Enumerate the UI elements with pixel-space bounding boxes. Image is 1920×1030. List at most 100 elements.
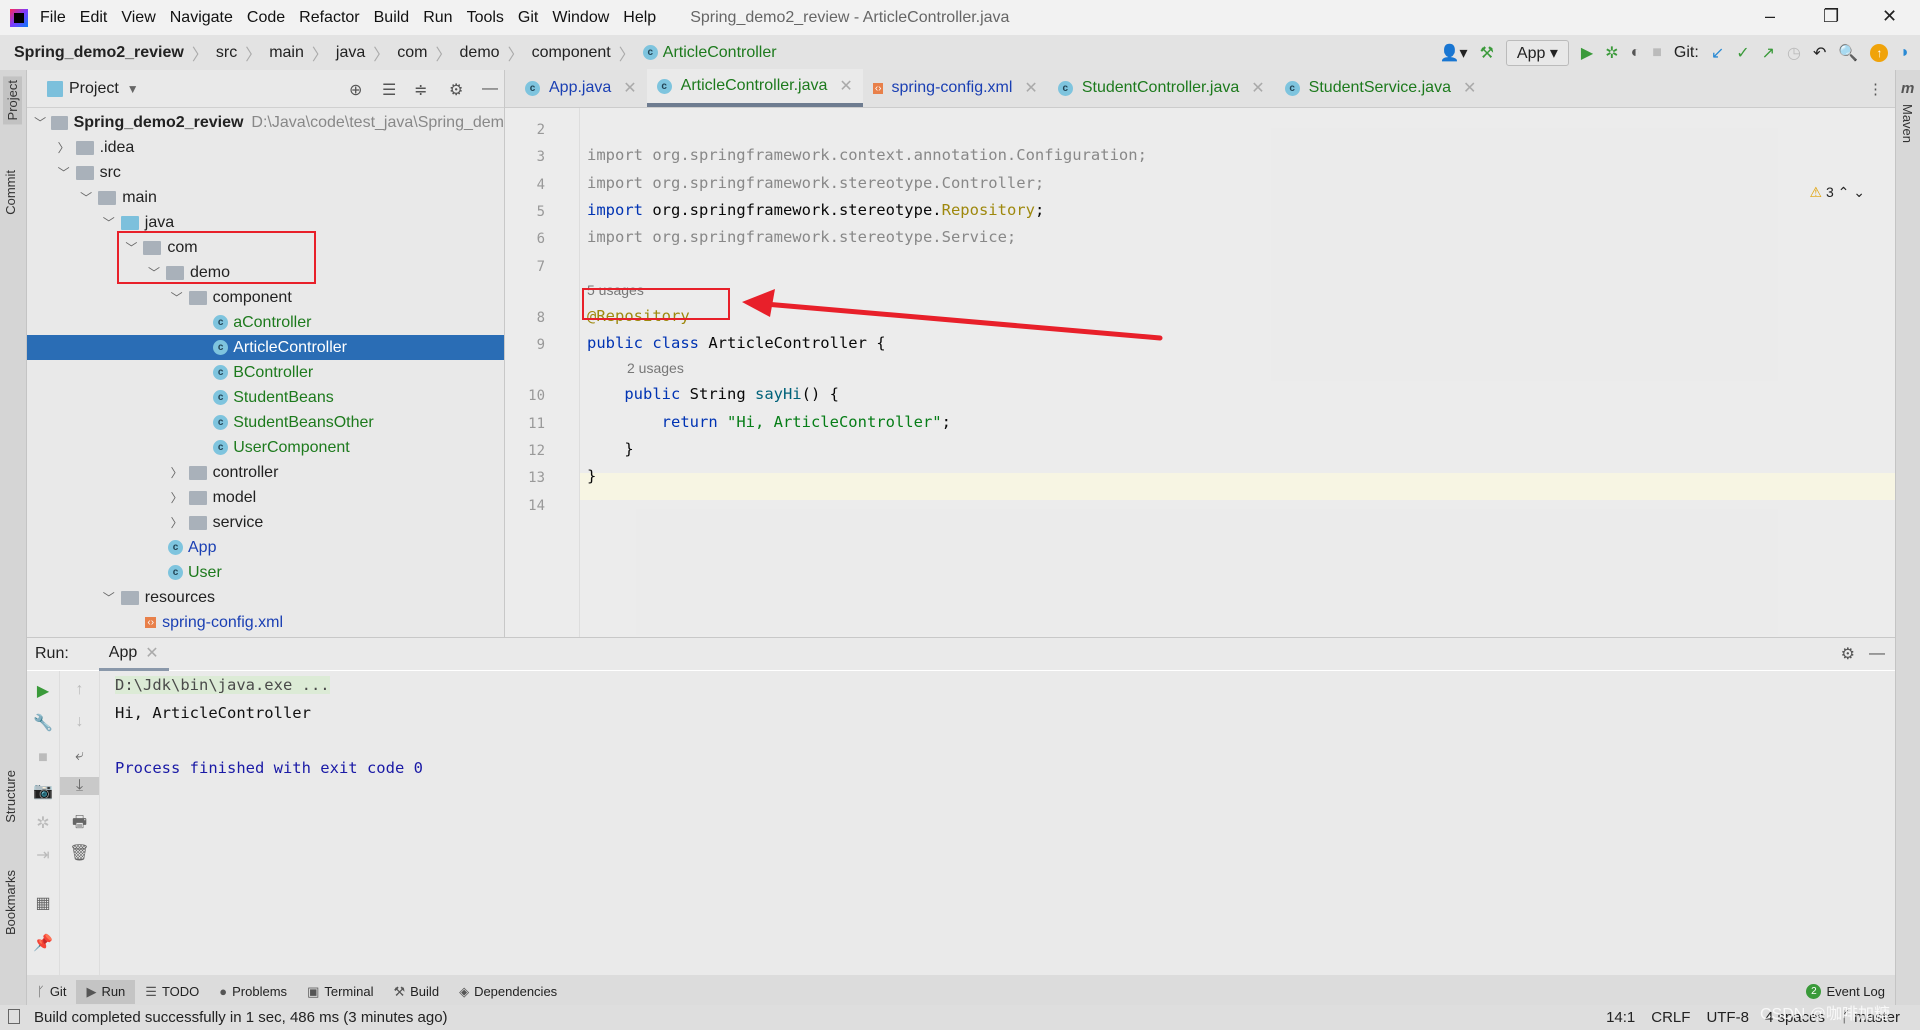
close-icon[interactable]: ✕	[1463, 78, 1476, 98]
editor-tab[interactable]: ‹› spring-config.xml ✕	[863, 69, 1048, 107]
breadcrumb-item[interactable]: src	[216, 44, 237, 62]
tree-item[interactable]: c aController	[27, 310, 504, 335]
user-icon[interactable]: 👤▾	[1440, 43, 1468, 63]
git-update-icon[interactable]: ↙	[1711, 43, 1724, 63]
breadcrumb-item[interactable]: Spring_demo2_review	[14, 44, 184, 62]
rerun-icon[interactable]: ▶	[27, 681, 59, 701]
editor-tab[interactable]: c ArticleController.java ✕	[646, 69, 863, 107]
tool-window-todo[interactable]: ☰ TODO	[135, 980, 209, 1004]
tool-window-terminal[interactable]: ▣ Terminal	[297, 980, 383, 1004]
tool-window-dependencies[interactable]: ◈ Dependencies	[449, 980, 567, 1004]
wrench-icon[interactable]: 🔧	[27, 713, 59, 733]
tree-item[interactable]: c App	[27, 535, 504, 560]
chevron-down-icon[interactable]: ▼	[127, 82, 139, 96]
tool-window-git[interactable]: ᚴ Git	[27, 980, 76, 1003]
chevron-down-icon[interactable]: ﹀	[101, 589, 117, 606]
menu-tools[interactable]: Tools	[467, 9, 504, 27]
tree-item[interactable]: 〉 controller	[27, 460, 504, 485]
hide-icon[interactable]: —	[1869, 645, 1885, 663]
exit-icon[interactable]: ⇥	[27, 845, 59, 865]
stop-icon[interactable]: ■	[27, 749, 59, 767]
gear-icon[interactable]: ⚙	[1841, 644, 1855, 664]
tree-item[interactable]: 〉 .idea	[27, 135, 504, 160]
caret-position[interactable]: 14:1	[1606, 1009, 1635, 1026]
history-icon[interactable]: ◷	[1787, 43, 1801, 63]
scroll-to-end-icon[interactable]: ⤓	[60, 777, 99, 795]
breadcrumb-item[interactable]: com	[397, 44, 427, 62]
build-hammer-icon[interactable]: ⚒	[1480, 43, 1494, 63]
tool-window-problems[interactable]: ● Problems	[209, 980, 297, 1003]
menu-git[interactable]: Git	[518, 9, 538, 27]
bookmarks-stripe-button[interactable]: Bookmarks	[3, 870, 18, 935]
tree-item[interactable]: c User	[27, 560, 504, 585]
restore-button[interactable]: ❐	[1823, 6, 1839, 27]
close-button[interactable]: ✕	[1882, 6, 1897, 27]
status-panel-icon[interactable]	[8, 1009, 20, 1024]
breadcrumb-item[interactable]: java	[336, 44, 365, 62]
soft-wrap-icon[interactable]: ⤶	[60, 747, 99, 765]
menu-edit[interactable]: Edit	[80, 9, 108, 27]
close-icon[interactable]: ✕	[623, 78, 636, 98]
tree-item[interactable]: c StudentBeans	[27, 385, 504, 410]
tree-item[interactable]: ‹› spring-config.xml	[27, 610, 504, 635]
tool-window-build[interactable]: ⚒ Build	[383, 980, 449, 1004]
chevron-down-icon[interactable]: ﹀	[33, 114, 47, 131]
breadcrumb-item[interactable]: component	[532, 44, 611, 62]
warnings-indicator[interactable]: ⚠ 3 ⌃ ⌄	[1810, 184, 1866, 201]
editor-tab[interactable]: c StudentService.java ✕	[1275, 69, 1487, 107]
maven-stripe-button[interactable]: Maven	[1900, 104, 1915, 143]
expand-all-icon[interactable]: ☰	[382, 80, 396, 100]
close-icon[interactable]: ✕	[839, 76, 852, 96]
menu-window[interactable]: Window	[552, 9, 609, 27]
chevron-right-icon[interactable]: 〉	[169, 489, 185, 506]
chevron-down-icon[interactable]: ﹀	[56, 164, 72, 181]
gear-icon[interactable]: ⚙	[449, 80, 463, 100]
structure-stripe-button[interactable]: Structure	[3, 770, 18, 823]
chevron-right-icon[interactable]: 〉	[169, 514, 185, 531]
close-icon[interactable]: ✕	[1251, 78, 1264, 98]
rollback-icon[interactable]: ↶	[1813, 43, 1826, 63]
menu-file[interactable]: File	[40, 9, 66, 27]
tree-item[interactable]: c ArticleController	[27, 335, 504, 360]
collapse-all-icon[interactable]: ≑	[414, 80, 427, 100]
search-icon[interactable]: 🔍	[1838, 43, 1858, 63]
tree-item[interactable]: c BController	[27, 360, 504, 385]
menu-code[interactable]: Code	[247, 9, 285, 27]
menu-help[interactable]: Help	[623, 9, 656, 27]
chevron-right-icon[interactable]: 〉	[169, 464, 185, 481]
print-icon[interactable]: 🖶	[60, 811, 99, 838]
breadcrumb-item[interactable]: demo	[460, 44, 500, 62]
menu-view[interactable]: View	[121, 9, 155, 27]
camera-icon[interactable]: 📷	[27, 781, 59, 801]
stop-icon[interactable]: ■	[1652, 44, 1662, 62]
coverage-icon[interactable]: ◐	[1631, 44, 1641, 62]
encoding[interactable]: UTF-8	[1706, 1009, 1749, 1026]
event-log-button[interactable]: 2 Event Log	[1806, 984, 1885, 999]
editor-tab[interactable]: c App.java ✕	[515, 69, 647, 107]
run-config-select[interactable]: App ▾	[1505, 39, 1569, 66]
pin-icon[interactable]: 📌	[27, 933, 59, 953]
tree-item[interactable]: ﹀ main	[27, 185, 504, 210]
status-message[interactable]: Build completed successfully in 1 sec, 4…	[34, 1009, 448, 1026]
toolbox-icon[interactable]: ◗	[1900, 44, 1910, 62]
trash-icon[interactable]: 🗑	[60, 843, 99, 863]
locate-icon[interactable]: ⊕	[349, 80, 362, 100]
chevron-down-icon[interactable]: ﹀	[78, 189, 94, 206]
project-panel-title[interactable]: Project	[69, 80, 119, 98]
arrow-up-icon[interactable]: ↑	[60, 681, 99, 699]
close-icon[interactable]: ✕	[1024, 78, 1037, 98]
debug-icon[interactable]: ✲	[27, 813, 59, 833]
layout-icon[interactable]: ▦	[27, 893, 59, 913]
menu-navigate[interactable]: Navigate	[170, 9, 233, 27]
usages-hint[interactable]: 2 usages	[627, 360, 684, 376]
more-tabs-icon[interactable]: ⋮	[1868, 80, 1883, 98]
tree-item[interactable]: c UserComponent	[27, 435, 504, 460]
hide-icon[interactable]: —	[482, 80, 498, 98]
tree-item[interactable]: 〉 model	[27, 485, 504, 510]
chevron-down-icon[interactable]: ﹀	[101, 214, 117, 231]
git-push-icon[interactable]: ↗	[1762, 43, 1775, 63]
chevron-right-icon[interactable]: 〉	[56, 139, 72, 156]
commit-stripe-button[interactable]: Commit	[3, 170, 18, 215]
breadcrumb-item[interactable]: main	[269, 44, 304, 62]
tree-item[interactable]: ﹀ Spring_demo2_review D:\Java\code\test_ja…	[27, 110, 504, 135]
